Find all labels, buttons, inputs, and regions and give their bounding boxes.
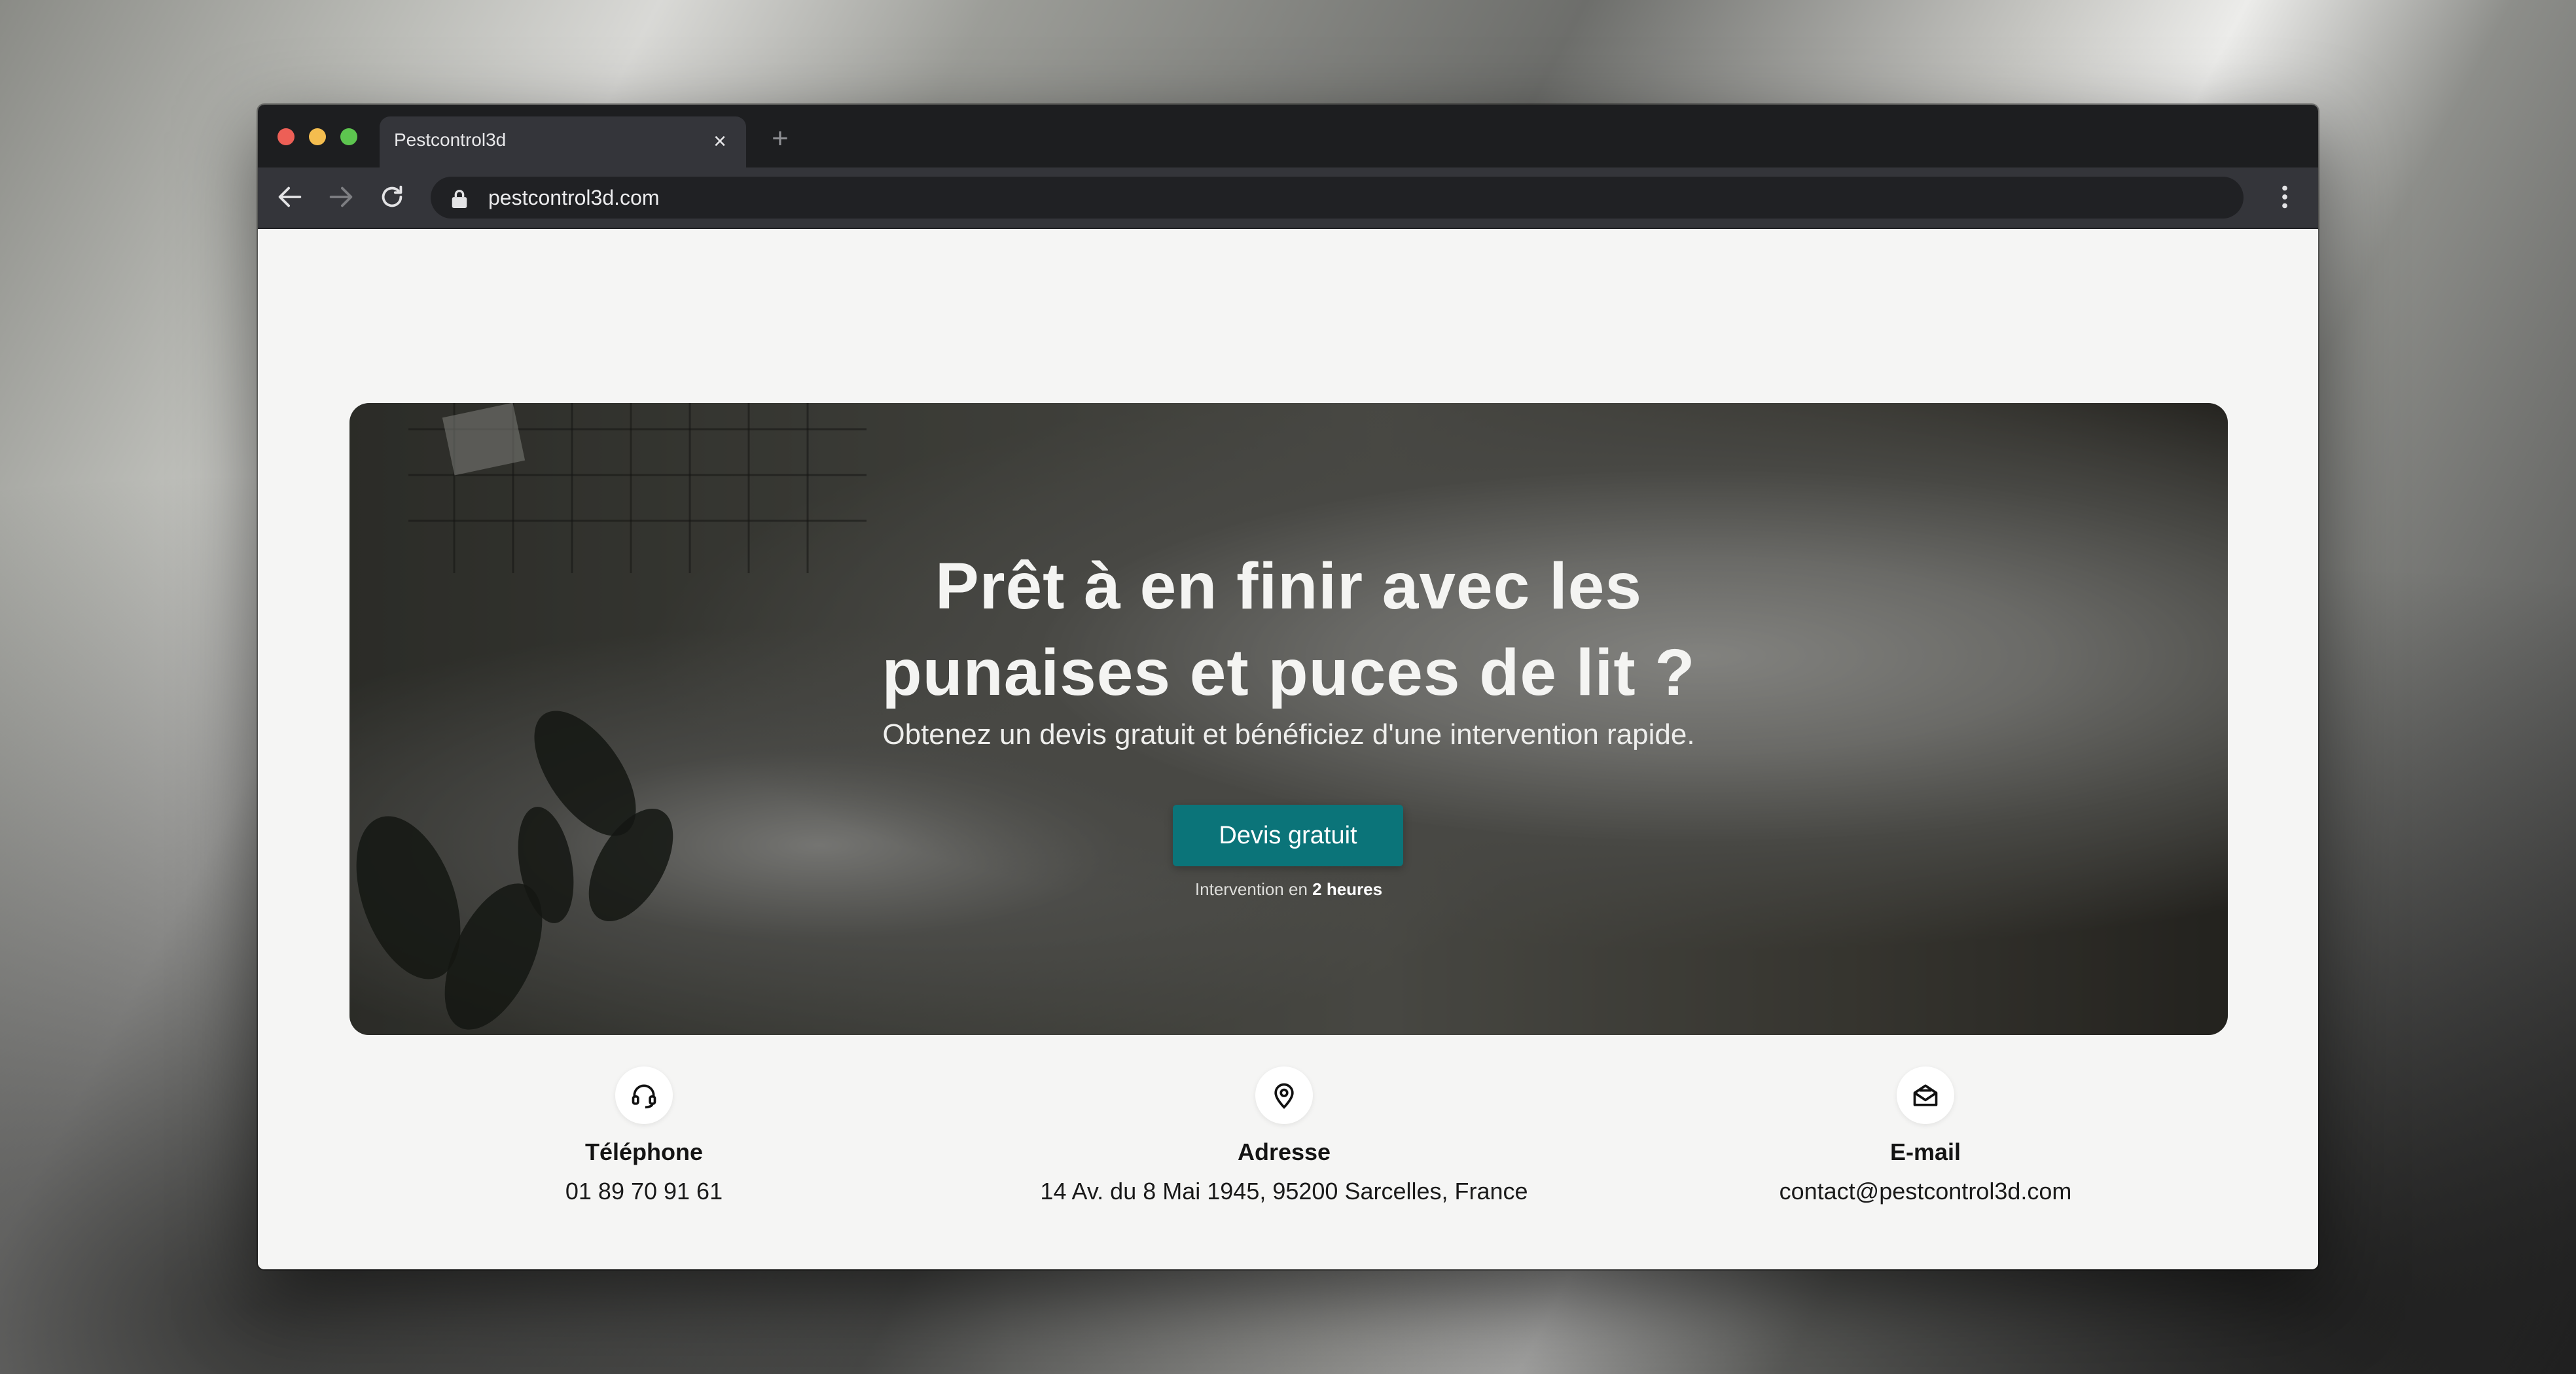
close-window-button[interactable] [277,128,295,145]
phone-value[interactable]: 01 89 70 91 61 [349,1178,939,1205]
browser-window: Pestcontrol3d × + pestcontrol3d.com Prêt… [258,105,2318,1269]
new-tab-button[interactable]: + [766,124,795,154]
free-quote-button[interactable]: Devis gratuit [1173,805,1403,866]
forward-arrow-icon[interactable] [326,182,356,212]
map-pin-icon [1255,1066,1313,1124]
intervention-note: Intervention en 2 heures [349,879,2228,900]
more-menu-icon[interactable] [2270,182,2300,212]
minimize-window-button[interactable] [309,128,326,145]
hero-banner: Prêt à en finir avec les punaises et puc… [349,403,2228,1035]
hero-title-line-2: punaises et puces de lit ? [882,636,1696,709]
intervention-note-time: 2 heures [1312,879,1383,899]
tab-active[interactable]: Pestcontrol3d × [380,116,746,167]
phone-label: Téléphone [584,1138,704,1165]
browser-toolbar: pestcontrol3d.com [258,167,2318,229]
contact-address: Adresse 14 Av. du 8 Mai 1945, 95200 Sarc… [990,1066,1579,1205]
reload-icon[interactable] [377,182,407,212]
hero-title-line-1: Prêt à en finir avec les [935,550,1643,623]
envelope-open-icon [1897,1066,1954,1124]
tab-strip: Pestcontrol3d × + [258,105,2318,167]
page-content: Prêt à en finir avec les punaises et puc… [258,229,2318,1269]
headset-icon [615,1066,673,1124]
url-text: pestcontrol3d.com [488,186,660,209]
address-bar[interactable]: pestcontrol3d.com [431,177,2244,219]
contact-phone: Téléphone 01 89 70 91 61 [349,1066,939,1205]
hero-subtitle: Obtenez un devis gratuit et bénéficiez d… [882,718,1695,750]
tab-close-icon[interactable]: × [707,128,733,154]
address-label: Adresse [1237,1138,1331,1165]
contact-email: E-mail contact@pestcontrol3d.com [1631,1066,2220,1205]
lock-icon[interactable] [450,188,469,208]
intervention-note-prefix: Intervention en [1194,879,1313,899]
maximize-window-button[interactable] [340,128,357,145]
address-value[interactable]: 14 Av. du 8 Mai 1945, 95200 Sarcelles, F… [990,1178,1579,1205]
email-label: E-mail [1889,1138,1961,1165]
tab-title: Pestcontrol3d [394,130,507,150]
back-arrow-icon[interactable] [275,182,305,212]
email-value[interactable]: contact@pestcontrol3d.com [1631,1178,2220,1205]
hero-title: Prêt à en finir avec les punaises et puc… [349,543,2228,716]
